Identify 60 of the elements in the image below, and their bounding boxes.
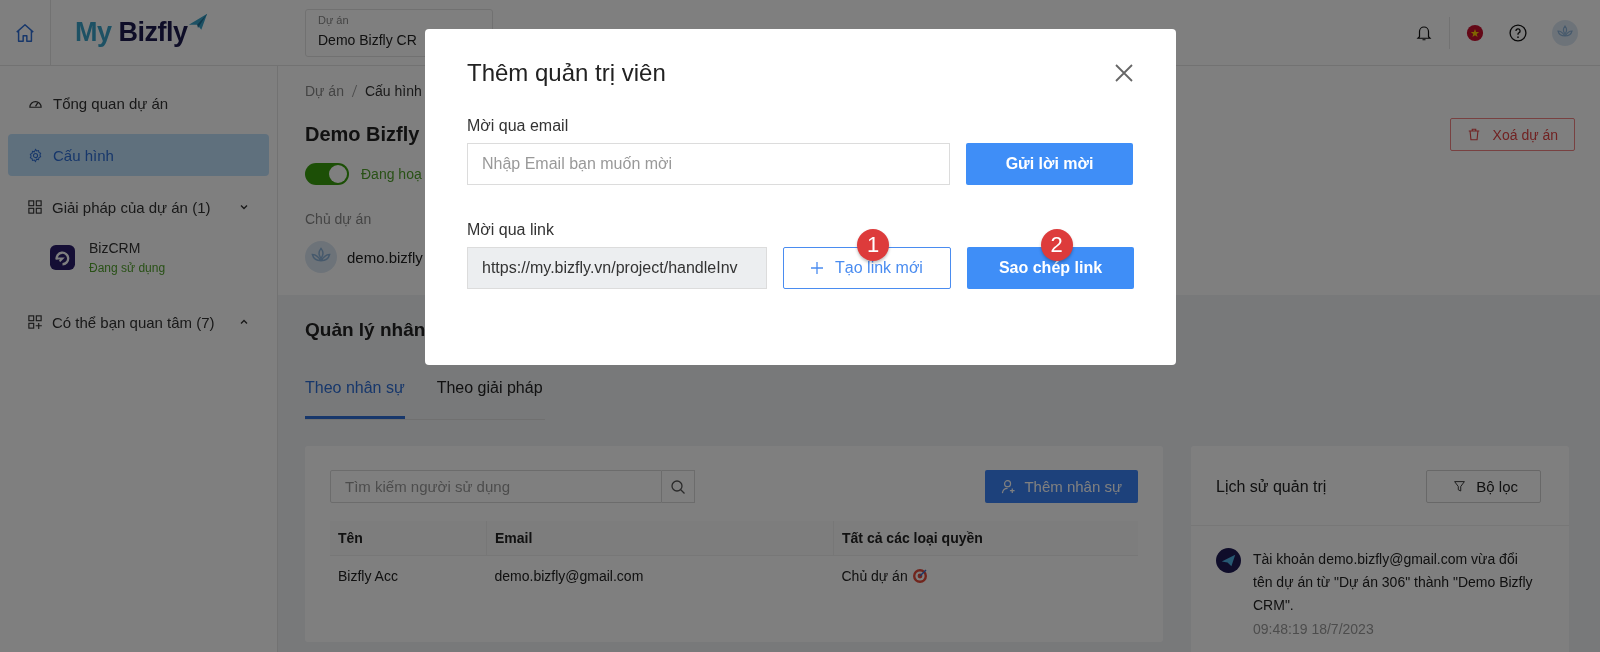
filter-button[interactable]: Bộ lọc [1426,470,1541,503]
tab[interactable]: Theo giải pháp [436,379,543,419]
app-icon [50,245,75,270]
target-icon [911,568,928,584]
link-field[interactable]: https://my.bizfly.vn/project/handleInv [467,247,767,289]
settings-icon [28,147,43,163]
logo[interactable]: My Bizfly [75,17,275,48]
send-invite-button[interactable]: Gửi lời mời [966,143,1133,185]
column-header: Email [495,530,533,546]
table-cell: demo.bizfly@gmail.com [494,568,644,584]
user-icon [1001,479,1017,494]
table-cell: Bizfly Acc [338,568,398,584]
grid-icon [28,200,42,214]
breadcrumb-item: Cấu hình [364,83,422,99]
status-toggle[interactable] [305,163,349,185]
search-button[interactable] [662,470,695,503]
app-name[interactable]: BizCRM [89,240,166,256]
avatar-icon[interactable] [1552,19,1578,46]
step-badge: 2 [1040,229,1073,261]
sidebar-group[interactable]: Giải pháp của dự án (1) [8,186,269,228]
column-header: Tên [338,530,363,546]
avatar-icon [305,241,337,273]
sidebar-label: Giải pháp của dự án (1) [52,198,212,216]
chevron-icon [239,317,249,327]
field-label: Mời qua email [467,117,570,135]
column-header: Tất cả các loại quyền [842,530,983,546]
status-label: Đang hoạ [361,166,422,182]
email-field[interactable]: Nhập Email bạn muốn mời [467,143,950,185]
app-status: Đang sử dụng [89,261,166,275]
project-title: Demo Bizfly [305,123,420,146]
sidebar-item[interactable]: Tổng quan dự án [8,82,269,124]
add-staff-button[interactable]: Thêm nhân sự [985,470,1138,503]
sidebar-label: Có thể bạn quan tâm (7) [52,313,216,331]
owner-label: Chủ dự án [305,211,373,227]
breadcrumb-item[interactable]: Dự án [305,83,344,99]
filter-icon [1453,480,1467,493]
section-title: Quản lý nhân [305,319,427,341]
tab[interactable]: Theo nhân sự [305,379,405,419]
flag-icon[interactable] [1466,23,1484,42]
modal-title: Thêm quản trị viên [467,59,666,87]
history-title: Lịch sử quản trị [1216,477,1327,496]
delete-project-button[interactable]: Xoá dự án [1449,118,1575,151]
trash-icon [1466,127,1481,142]
grid-plus-icon [28,315,42,329]
step-badge: 1 [857,229,889,261]
sidebar-label: Tổng quan dự án [53,94,170,112]
sidebar-label: Cấu hình [53,146,115,164]
history-entry-text: Tài khoản demo.bizfly@gmail.com vừa đổi tên dự án từ "Dự án 306" thành "Demo Bizfly CRM". [1253,550,1534,615]
sidebar-group[interactable]: Có thể bạn quan tâm (7) [8,301,269,343]
paper-plane-icon [1216,548,1241,573]
search-icon [670,478,686,495]
close-icon[interactable] [1114,63,1134,83]
owner-email: demo.bizfly [347,248,423,266]
home-icon[interactable] [14,21,36,44]
field-label: Mời qua link [467,221,555,239]
plus-icon [811,262,824,274]
help-icon[interactable] [1508,22,1528,43]
table-cell: Chủ dự án [841,568,908,584]
sidebar-item[interactable]: Cấu hình [8,134,269,176]
chevron-icon [239,202,249,212]
